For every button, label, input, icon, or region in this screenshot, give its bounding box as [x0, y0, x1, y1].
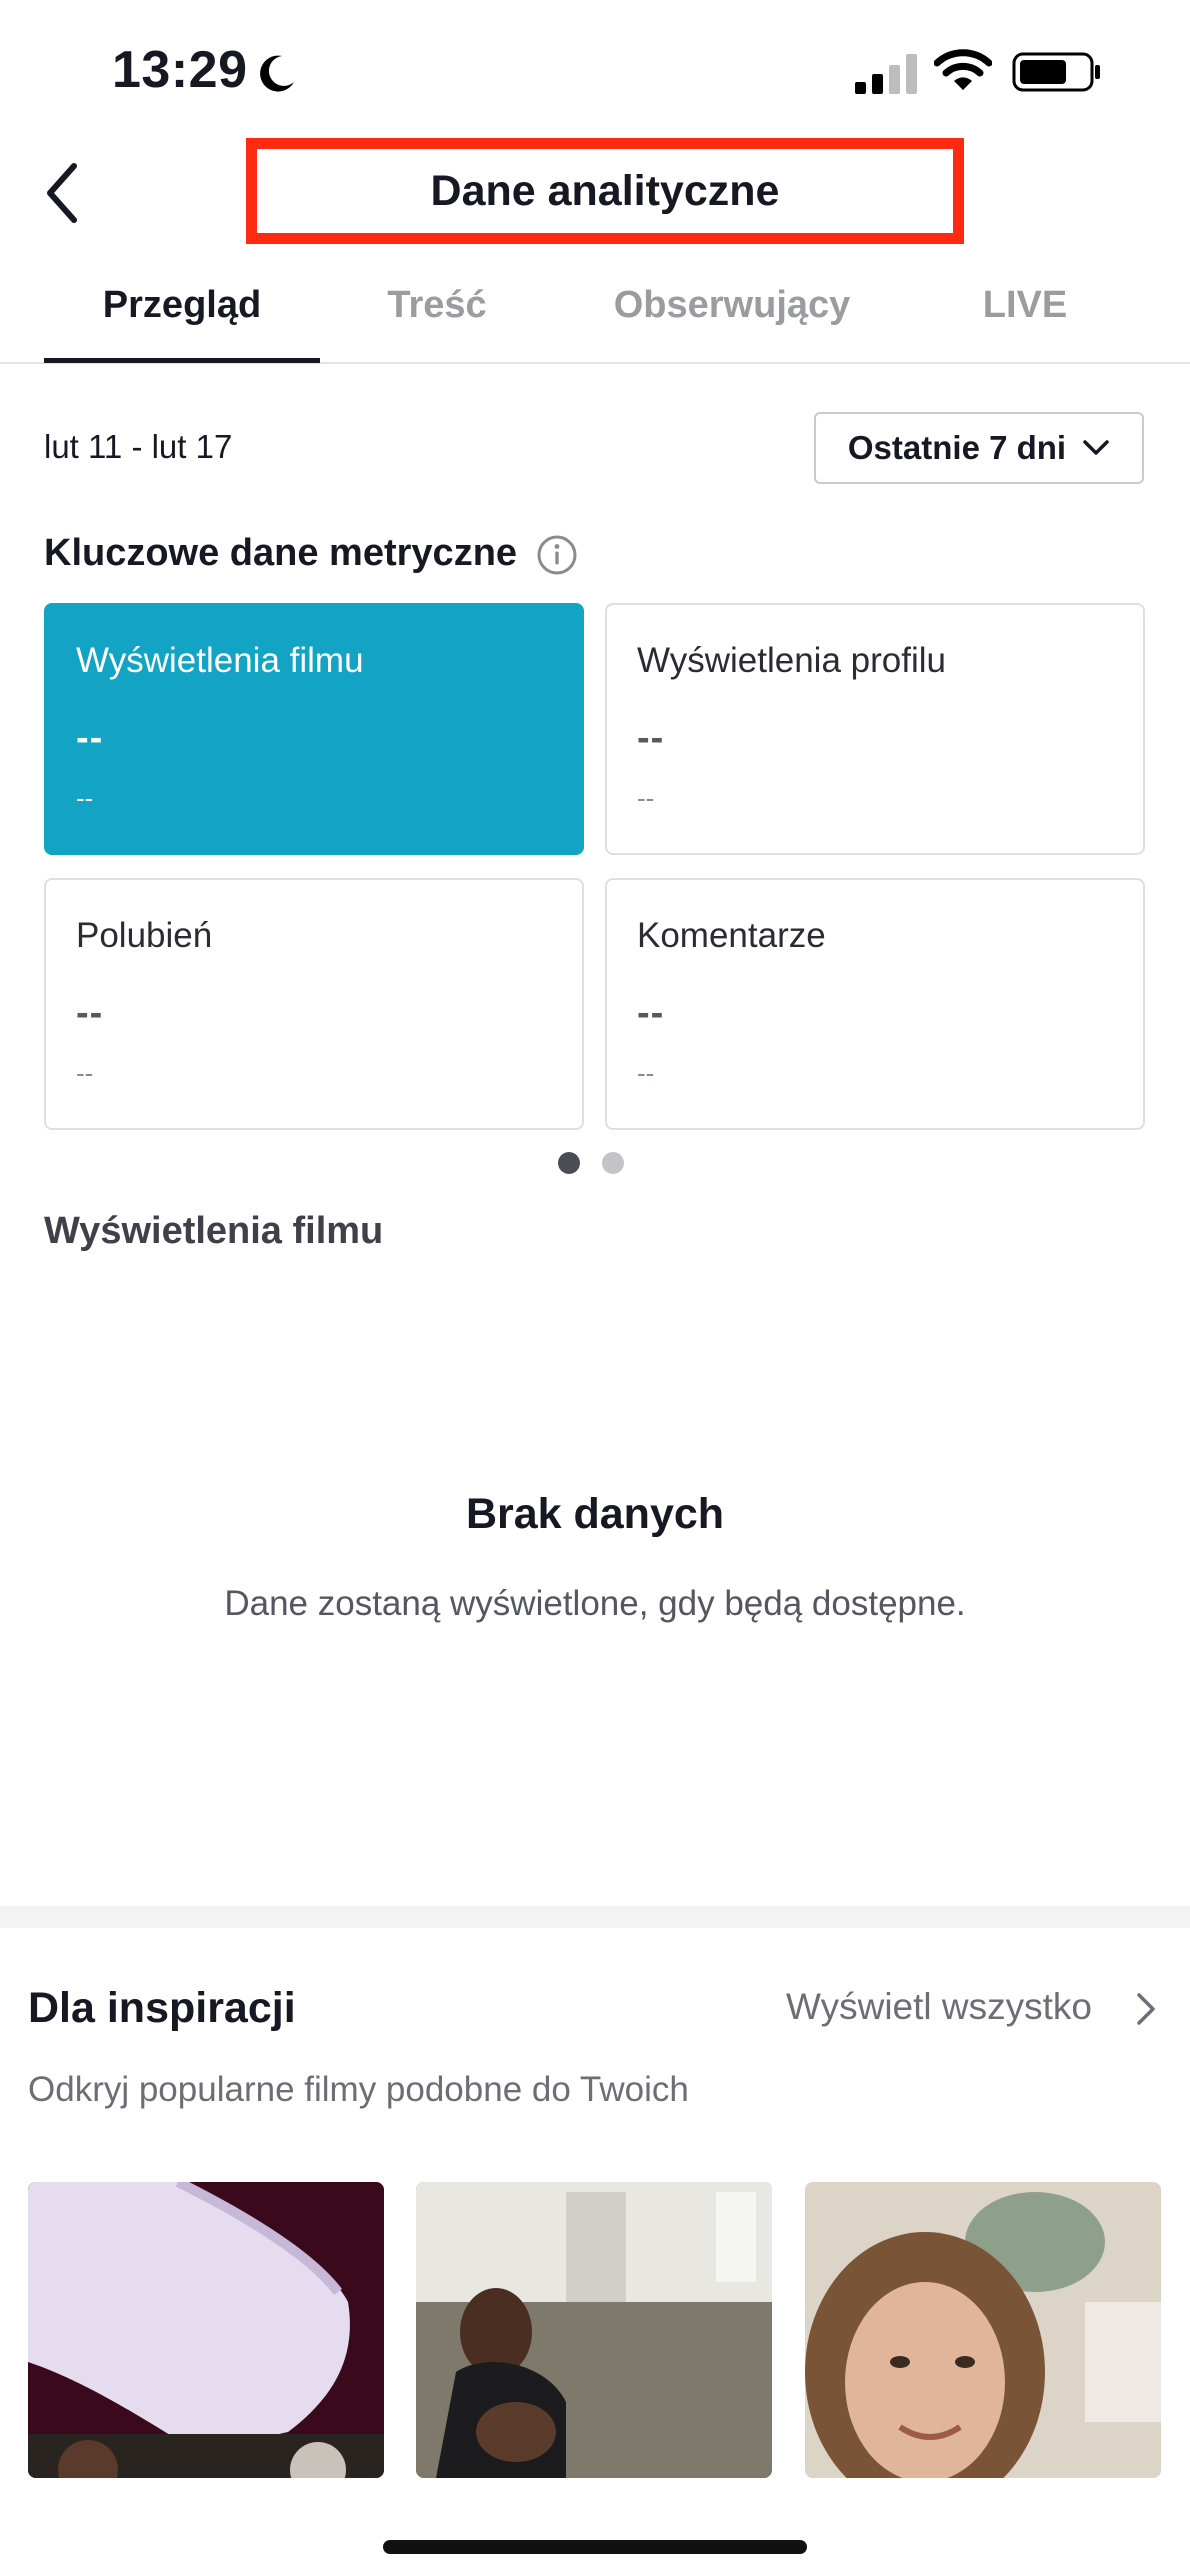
metric-card-video-views[interactable]: Wyświetlenia filmu -- --: [44, 603, 584, 855]
video-thumbnail-image: [28, 2182, 384, 2478]
period-dropdown-label: Ostatnie 7 dni: [847, 429, 1067, 466]
inspiration-title: Dla inspiracji: [28, 1984, 296, 2032]
chart-title: Wyświetlenia filmu: [44, 1210, 384, 1252]
tab-bar: Przegląd Treść Obserwujący LIVE: [0, 270, 1190, 364]
tab-overview[interactable]: Przegląd: [44, 284, 320, 327]
see-all-link[interactable]: Wyświetl wszystko: [786, 1986, 1092, 2028]
pager-dot[interactable]: [602, 1152, 624, 1174]
empty-state-title: Brak danych: [465, 1490, 725, 1538]
status-time: 13:29: [112, 41, 248, 99]
metric-card-title: Polubień: [76, 916, 213, 955]
key-metrics-title: Kluczowe dane metryczne: [44, 532, 518, 574]
video-thumbnail[interactable]: [416, 2182, 772, 2478]
tab-followers[interactable]: Obserwujący: [580, 284, 884, 327]
metric-card-profile-views[interactable]: Wyświetlenia profilu -- --: [605, 603, 1145, 855]
back-button[interactable]: [40, 160, 90, 226]
page-title-highlight: Dane analityczne: [246, 138, 964, 244]
status-bar: 13:29: [0, 0, 1190, 140]
period-dropdown[interactable]: Ostatnie 7 dni: [814, 412, 1144, 484]
chevron-right-icon[interactable]: [1134, 1990, 1158, 2028]
metric-card-value: --: [637, 992, 665, 1034]
section-divider: [0, 1906, 1190, 1928]
tab-live[interactable]: LIVE: [920, 284, 1130, 327]
video-thumbnail[interactable]: [805, 2182, 1161, 2478]
metric-card-title: Wyświetlenia profilu: [637, 641, 946, 680]
empty-state-message: Dane zostaną wyświetlone, gdy będą dostę…: [224, 1584, 966, 1623]
metric-card-title: Komentarze: [637, 916, 826, 955]
cellular-signal-icon: [855, 54, 917, 94]
pager-dot-active[interactable]: [558, 1152, 580, 1174]
active-tab-indicator: [44, 358, 320, 363]
inspiration-subtitle: Odkryj popularne filmy podobne do Twoich: [28, 2070, 689, 2109]
metric-card-change: --: [76, 1058, 94, 1088]
metric-card-value: --: [76, 717, 104, 759]
metric-pager: [558, 1152, 624, 1174]
page-title: Dane analityczne: [430, 166, 780, 215]
video-thumbnail-image: [805, 2182, 1161, 2478]
metric-card-change: --: [637, 783, 655, 813]
home-indicator: [383, 2540, 807, 2554]
metric-card-change: --: [76, 783, 94, 813]
metric-card-value: --: [76, 992, 104, 1034]
date-range: lut 11 - lut 17: [44, 428, 233, 465]
info-icon[interactable]: [536, 534, 578, 576]
wifi-icon: [934, 49, 992, 90]
metric-card-change: --: [637, 1058, 655, 1088]
metric-card-comments[interactable]: Komentarze -- --: [605, 878, 1145, 1130]
metric-card-title: Wyświetlenia filmu: [76, 641, 364, 680]
moon-icon: [260, 55, 294, 92]
battery-icon: [1012, 52, 1100, 92]
tab-content[interactable]: Treść: [340, 284, 534, 327]
metric-card-value: --: [637, 717, 665, 759]
metric-card-likes[interactable]: Polubień -- --: [44, 878, 584, 1130]
chevron-down-icon: [1083, 440, 1109, 455]
video-thumbnail-image: [416, 2182, 772, 2478]
video-thumbnail[interactable]: [28, 2182, 384, 2478]
